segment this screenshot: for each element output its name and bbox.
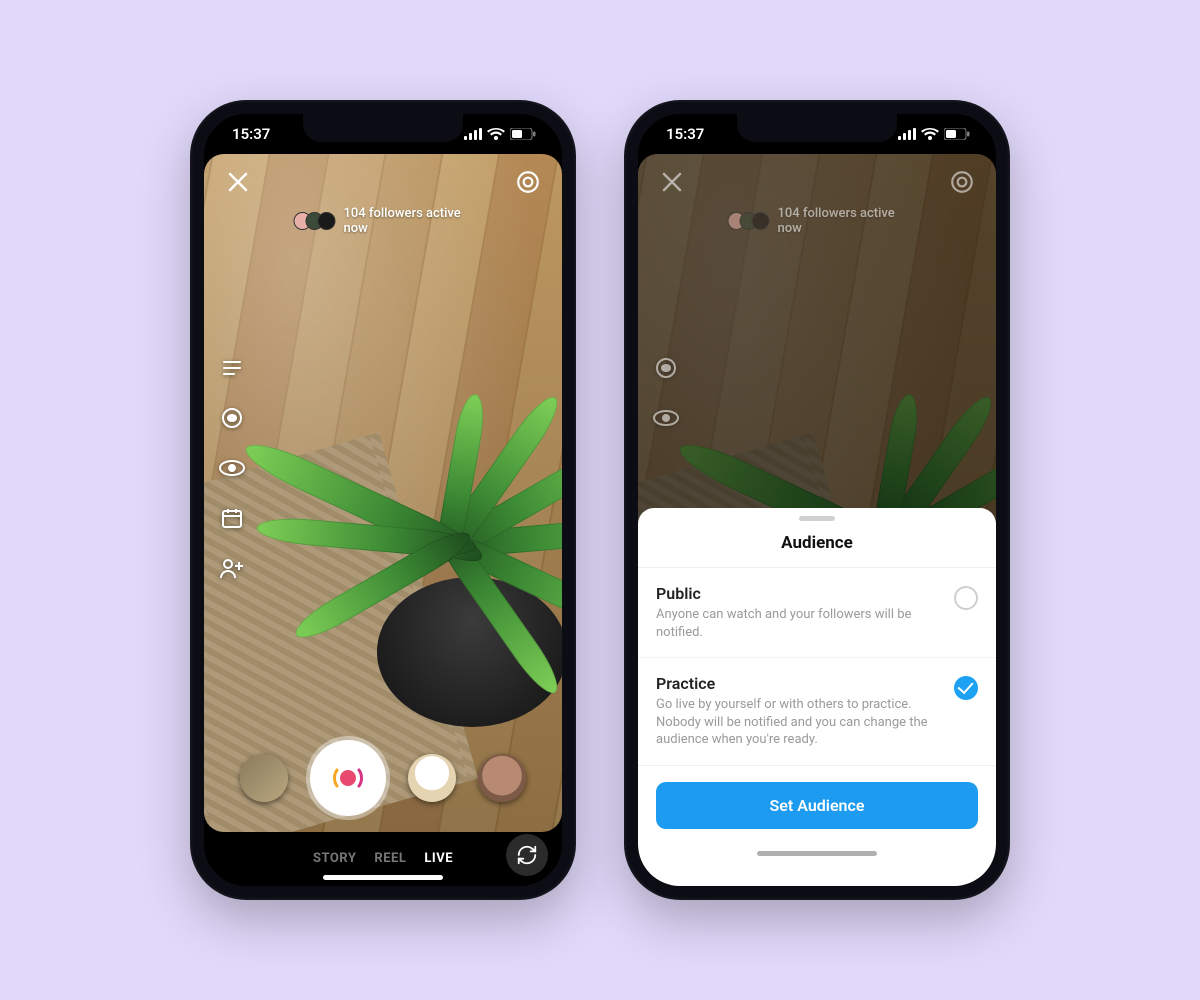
live-side-tools	[652, 354, 680, 432]
wifi-icon	[487, 128, 505, 140]
option-description: Anyone can watch and your followers will…	[656, 606, 942, 641]
close-icon[interactable]	[222, 166, 254, 198]
audience-option-practice[interactable]: Practice Go live by yourself or with oth…	[638, 658, 996, 766]
option-title: Public	[656, 584, 942, 603]
sheet-title: Audience	[638, 529, 996, 568]
cellular-icon	[464, 128, 482, 140]
donate-tool-icon[interactable]	[218, 404, 246, 432]
radio-checked-icon[interactable]	[954, 676, 978, 700]
status-time: 15:37	[666, 125, 704, 143]
live-side-tools	[218, 354, 246, 582]
media-gallery-thumb[interactable]	[240, 754, 288, 802]
audience-tool-icon[interactable]	[218, 454, 246, 482]
glasses-filter-thumb[interactable]	[408, 754, 456, 802]
schedule-tool-icon[interactable]	[218, 504, 246, 532]
cellular-icon	[898, 128, 916, 140]
wifi-icon	[921, 128, 939, 140]
followers-active-text: 104 followers active now	[344, 206, 473, 236]
battery-icon	[510, 128, 536, 140]
sheet-grabber[interactable]	[799, 516, 835, 521]
mode-story[interactable]: STORY	[313, 851, 356, 866]
followers-active-text: 104 followers active now	[778, 206, 907, 236]
followers-active-indicator: 104 followers active now	[728, 206, 907, 236]
home-indicator[interactable]	[757, 851, 877, 856]
donate-tool-icon[interactable]	[652, 354, 680, 382]
device-notch	[737, 114, 897, 142]
camera-viewport	[204, 154, 562, 832]
flip-camera-icon[interactable]	[506, 834, 548, 876]
battery-icon	[944, 128, 970, 140]
invite-tool-icon[interactable]	[218, 554, 246, 582]
settings-gear-icon[interactable]	[512, 166, 544, 198]
followers-active-indicator[interactable]: 104 followers active now	[294, 206, 473, 236]
face-filter-thumb[interactable]	[478, 754, 526, 802]
option-title: Practice	[656, 674, 942, 693]
option-description: Go live by yourself or with others to pr…	[656, 696, 942, 749]
settings-gear-icon[interactable]	[946, 166, 978, 198]
follower-avatars-icon	[294, 212, 336, 230]
phone-live-camera: 15:37	[190, 100, 576, 900]
home-indicator[interactable]	[323, 875, 443, 880]
audience-tool-icon[interactable]	[652, 404, 680, 432]
go-live-button[interactable]	[310, 740, 386, 816]
set-audience-button[interactable]: Set Audience	[656, 782, 978, 829]
audience-bottom-sheet: Audience Public Anyone can watch and you…	[638, 508, 996, 886]
mode-reel[interactable]: REEL	[374, 851, 406, 866]
follower-avatars-icon	[728, 212, 770, 230]
device-notch	[303, 114, 463, 142]
audience-option-public[interactable]: Public Anyone can watch and your followe…	[638, 568, 996, 658]
phone-audience-sheet: 15:37	[624, 100, 1010, 900]
title-tool-icon[interactable]	[218, 354, 246, 382]
mode-live[interactable]: LIVE	[424, 851, 453, 866]
effects-carousel[interactable]	[204, 740, 562, 816]
status-time: 15:37	[232, 125, 270, 143]
radio-unchecked-icon[interactable]	[954, 586, 978, 610]
close-icon[interactable]	[656, 166, 688, 198]
